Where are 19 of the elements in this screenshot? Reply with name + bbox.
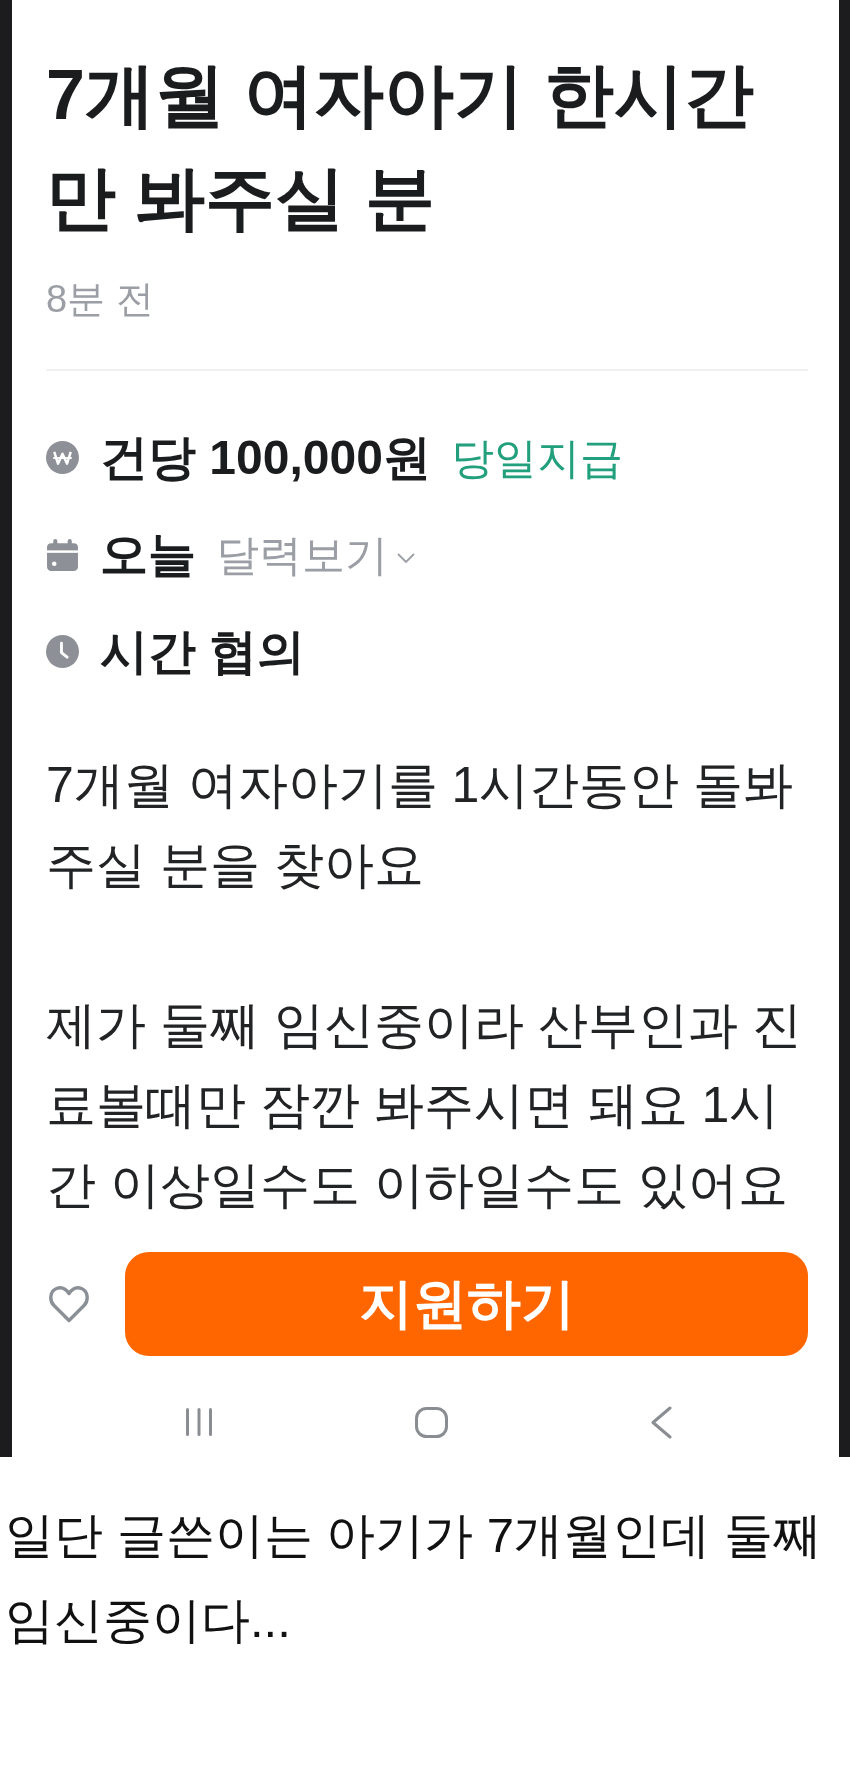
post-time: 8분 전 [46,277,155,322]
payment-note: 당일지급 [450,432,623,484]
home-icon[interactable] [415,1406,448,1438]
detail-label: 건당 100,000원 [100,429,431,486]
chevron-down-icon [396,551,416,564]
detail-label: 오늘 [100,526,196,583]
heart-icon[interactable] [48,1284,90,1324]
caption-text: 일단 글쓴이는 아기가 7개월인데 둘째 임신중이다... [5,1507,823,1649]
post-title: 7개월 여자아기 한시간만 봐주실 분 [46,55,755,239]
description-paragraph: 제가 둘째 임신중이라 산부인과 진료볼때만 잠깐 봐주시면 돼요 1시간 이상일수도 이하일수도 있어요 [46,996,803,1215]
detail-label: 시간 협의 [100,623,306,680]
description-paragraph: 7개월 여자아기를 1시간동안 돌봐주실 분을 찾아요 [46,756,795,895]
clock-icon [46,635,79,668]
back-icon[interactable] [650,1405,672,1439]
calendar-icon [46,538,79,571]
calendar-link[interactable]: 달력보기 [216,524,416,585]
apply-button[interactable]: 지원하기 [125,1252,808,1356]
won-coin-icon [46,441,79,474]
recent-apps-icon[interactable] [185,1408,213,1436]
